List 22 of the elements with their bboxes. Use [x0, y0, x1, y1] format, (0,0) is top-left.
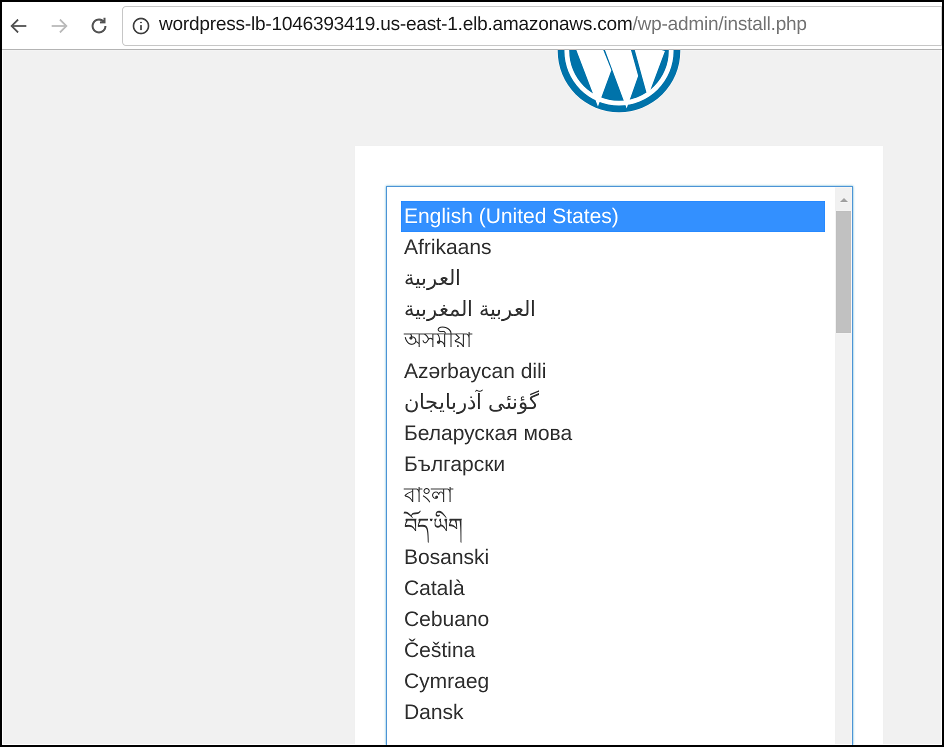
scroll-up-icon[interactable]	[838, 195, 848, 205]
language-option[interactable]: العربية المغربية	[401, 294, 825, 325]
language-option[interactable]: Azərbaycan dili	[401, 356, 825, 387]
language-option[interactable]: Cymraeg	[401, 666, 825, 697]
language-option[interactable]: العربية	[401, 263, 825, 294]
language-option[interactable]: བོད་ཡིག	[401, 511, 825, 542]
language-option[interactable]: Català	[401, 573, 825, 604]
language-option[interactable]: Afrikaans	[401, 232, 825, 263]
scrollbar[interactable]	[835, 187, 852, 745]
address-bar[interactable]: wordpress-lb-1046393419.us-east-1.elb.amazonaws.com/wp-admin/install.php	[122, 6, 942, 46]
language-option[interactable]: Cebuano	[401, 604, 825, 635]
language-option[interactable]: অসমীয়া	[401, 325, 825, 356]
language-option[interactable]: گؤنئی آذربایجان	[401, 387, 825, 418]
language-option[interactable]: Čeština	[401, 635, 825, 666]
language-option[interactable]: Беларуская мова	[401, 418, 825, 449]
language-option[interactable]: বাংলা	[401, 480, 825, 511]
language-option[interactable]: Dansk	[401, 697, 825, 728]
language-option[interactable]: Bosanski	[401, 542, 825, 573]
scroll-thumb[interactable]	[836, 211, 851, 333]
url-text: wordpress-lb-1046393419.us-east-1.elb.amazonaws.com/wp-admin/install.php	[159, 13, 807, 38]
info-icon[interactable]	[131, 16, 151, 36]
language-option[interactable]: Български	[401, 449, 825, 480]
